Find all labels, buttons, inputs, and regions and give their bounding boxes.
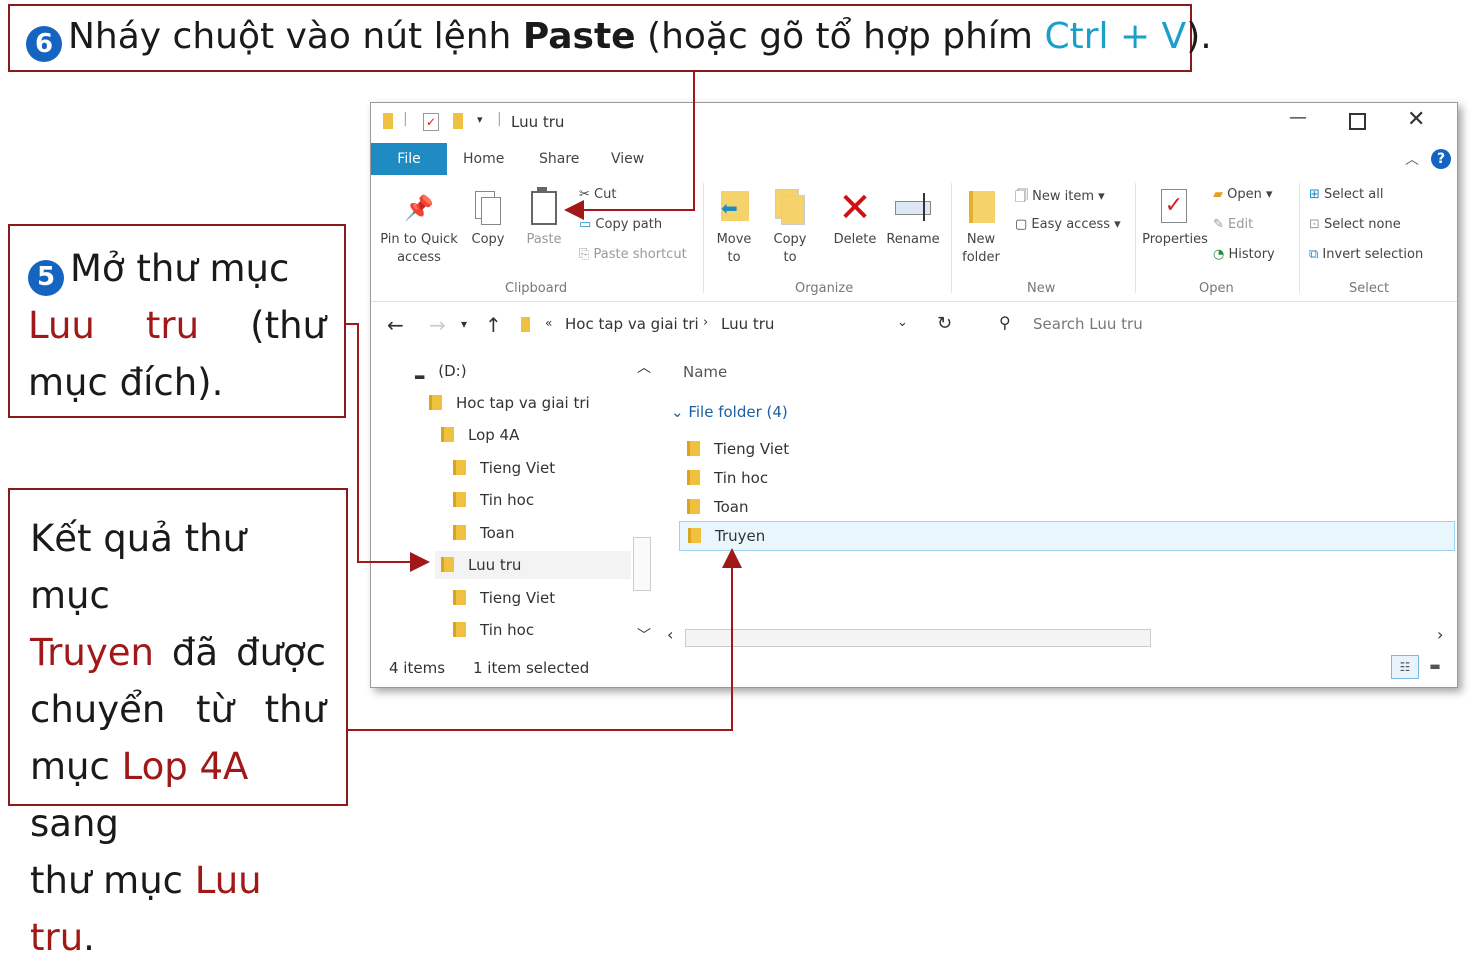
arrow-result-to-truyen <box>348 548 742 731</box>
connector-arrows <box>346 72 742 731</box>
arrow-step6-to-paste <box>564 72 695 220</box>
callout-text: thư mục <box>30 859 195 902</box>
arrow-step5-to-luu-tru <box>346 323 430 572</box>
callout-text: . <box>83 916 95 959</box>
